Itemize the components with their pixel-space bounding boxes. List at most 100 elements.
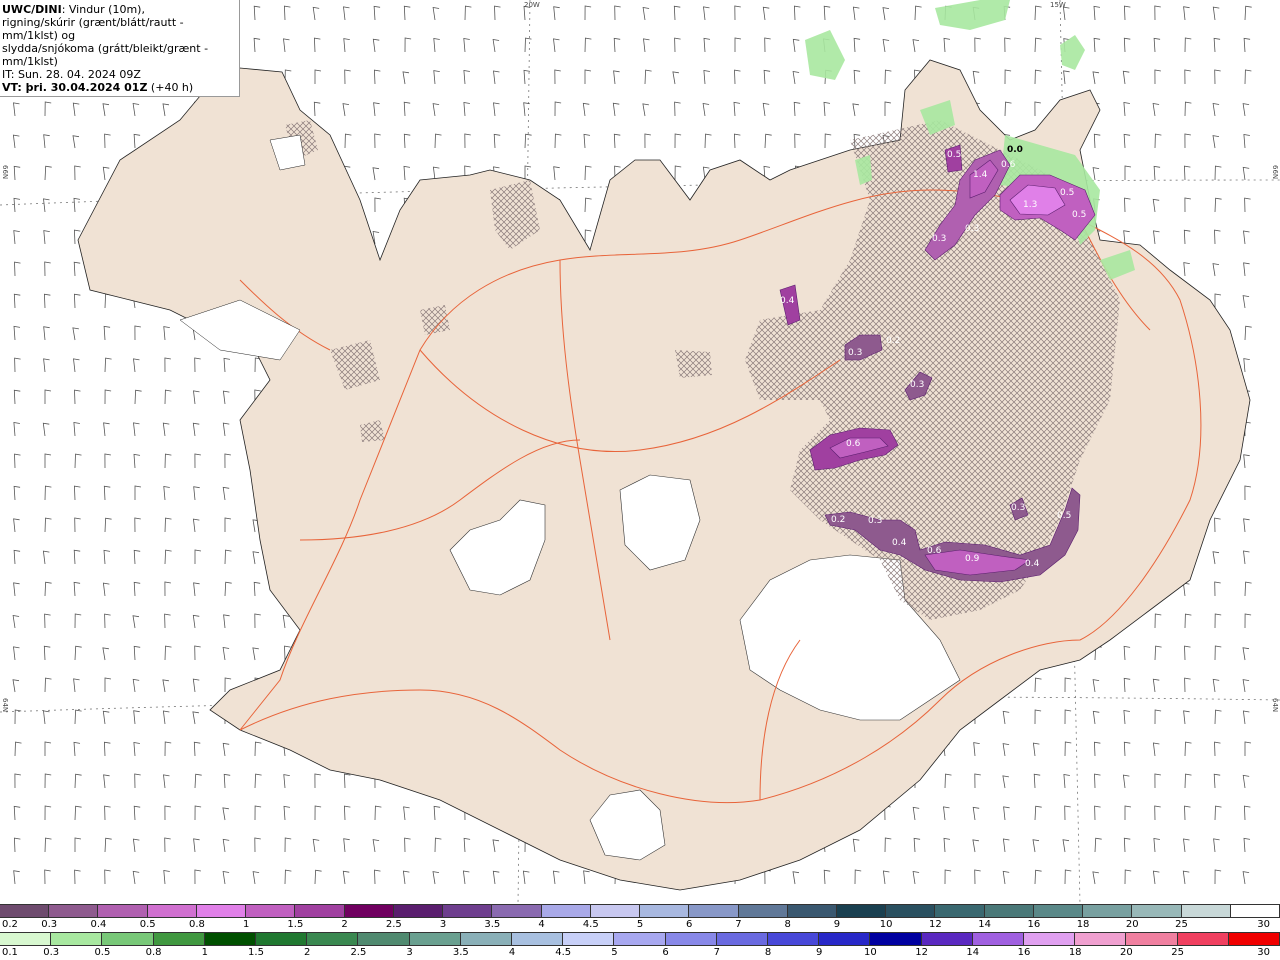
scale-swatch	[102, 933, 154, 945]
scale-label: 5	[611, 947, 618, 958]
scale-swatch	[358, 933, 410, 945]
scale-label: 9	[816, 947, 823, 958]
precip-label: 0.6	[846, 439, 861, 449]
precip-label: 0.3	[848, 348, 862, 358]
scale-swatch	[689, 905, 739, 917]
scale-label: 0.5	[94, 947, 111, 958]
precip-label: 0.2	[886, 336, 900, 346]
graticule-label: 20W	[524, 1, 540, 9]
scale-swatch	[1033, 905, 1084, 917]
scale-swatch	[935, 905, 985, 917]
precip-label: 0.4	[780, 296, 795, 306]
scale-label: 2.5	[385, 919, 402, 930]
scale-label: 10	[879, 919, 893, 930]
scale-swatch	[1126, 933, 1178, 945]
scale-swatch	[787, 905, 837, 917]
scale-swatch	[665, 933, 717, 945]
precip-label: 1.3	[1023, 200, 1037, 210]
scale-label: 0.2	[2, 919, 18, 930]
scale-label: 16	[1027, 919, 1041, 930]
scale-swatch	[768, 933, 820, 945]
forecast-hour: (+40 h)	[147, 81, 194, 94]
valid-time: VT: þri. 30.04.2024 01Z	[2, 81, 148, 94]
scale-swatch	[295, 905, 345, 917]
scale-swatch	[147, 905, 197, 917]
scale-label: 25	[1171, 947, 1184, 958]
scale-label: 3.5	[452, 947, 469, 958]
scale-label: 0.8	[188, 919, 205, 930]
snow-scale-labels: 0.2 0.3 0.4 0.5 0.8 1 1.5 2 2.5 3 3.5 4 4.5 5 6 7 8 9 10 12…	[0, 919, 1280, 931]
rain-color-scale	[0, 932, 1280, 946]
scale-swatch	[836, 905, 887, 917]
precip-label: 0.6	[927, 546, 942, 556]
scale-swatch	[409, 933, 461, 945]
graticule-label: 64N	[1271, 698, 1279, 713]
scale-swatch	[460, 933, 513, 945]
scale-label: 3.5	[484, 919, 501, 930]
description-line: slydda/snjókoma (grátt/bleikt/grænt - mm…	[2, 42, 209, 68]
scale-swatch	[590, 905, 641, 917]
scale-swatch	[614, 933, 666, 945]
scale-label: 2	[304, 947, 311, 958]
scale-swatch	[204, 933, 257, 945]
scale-label: 18	[1076, 919, 1090, 930]
scale-label: 4.5	[555, 947, 572, 958]
scale-swatch	[541, 905, 591, 917]
scale-swatch	[870, 933, 922, 945]
title-text: : Vindur (10m),	[61, 3, 145, 16]
valid-time-line: VT: þri. 30.04.2024 01Z (+40 h)	[2, 81, 237, 94]
precip-label: 0.9	[965, 554, 980, 564]
graticule-label: 66N	[1271, 165, 1279, 180]
scale-swatch	[51, 933, 103, 945]
scale-label: 30	[1257, 947, 1270, 958]
scale-label: 7	[735, 919, 742, 930]
scale-swatch	[393, 905, 444, 917]
scale-swatch	[1075, 933, 1127, 945]
scale-swatch	[153, 933, 205, 945]
scale-label: 8	[784, 919, 791, 930]
scale-label: 12	[929, 919, 942, 930]
precip-label: 0.5	[1072, 210, 1086, 220]
scale-label: 9	[833, 919, 841, 930]
scale-label: 16	[1017, 947, 1031, 958]
scale-label: 7	[713, 947, 720, 958]
precip-label: 0.5	[947, 150, 961, 160]
scale-label: 4	[508, 947, 516, 958]
precip-label: 1.4	[973, 170, 988, 180]
scale-label: 1.5	[287, 919, 304, 930]
scale-label: 12	[915, 947, 928, 958]
precip-label: 0.5	[1060, 188, 1074, 198]
scale-label: 14	[978, 919, 991, 930]
scale-swatch	[640, 905, 690, 917]
scale-swatch	[443, 905, 493, 917]
scale-label: 25	[1175, 919, 1188, 930]
scale-label: 14	[966, 947, 980, 958]
scale-label: 8	[764, 947, 772, 958]
graticule-label: 66N	[1, 165, 9, 180]
scale-swatch	[98, 905, 148, 917]
scale-label: 20	[1125, 919, 1139, 930]
precip-label: 0.6	[1001, 160, 1016, 170]
scale-label: 5	[636, 919, 644, 930]
scale-swatch	[307, 933, 359, 945]
map-info-box: UWC/DINI: Vindur (10m), rigning/skúrir (…	[0, 0, 240, 97]
scale-swatch	[246, 905, 296, 917]
scale-label: 2	[341, 919, 348, 930]
description-line: rigning/skúrir (grænt/blátt/rautt - mm/1…	[2, 16, 184, 42]
precip-label: 0.3	[910, 380, 924, 390]
scale-swatch	[492, 905, 542, 917]
scale-label: 0.8	[145, 947, 162, 958]
scale-label: 18	[1068, 947, 1082, 958]
rain-scale-labels: 0.1 0.3 0.5 0.8 1 1.5 2 2.5 3 3.5 4 4.5 5 6 7 8 9 10 12 14 1…	[0, 947, 1280, 959]
graticule-label: 15W	[1050, 1, 1066, 9]
scale-label: 20	[1120, 947, 1133, 958]
scale-label: 4	[538, 919, 545, 930]
scale-label: 3	[439, 919, 447, 930]
scale-swatch	[512, 933, 564, 945]
scale-swatch	[1177, 933, 1229, 945]
scale-swatch	[1132, 905, 1182, 917]
scale-label: 0.4	[90, 919, 107, 930]
scale-label: 30	[1257, 919, 1270, 930]
scale-label: 6	[686, 919, 693, 930]
precip-label: 0.2	[831, 515, 845, 525]
